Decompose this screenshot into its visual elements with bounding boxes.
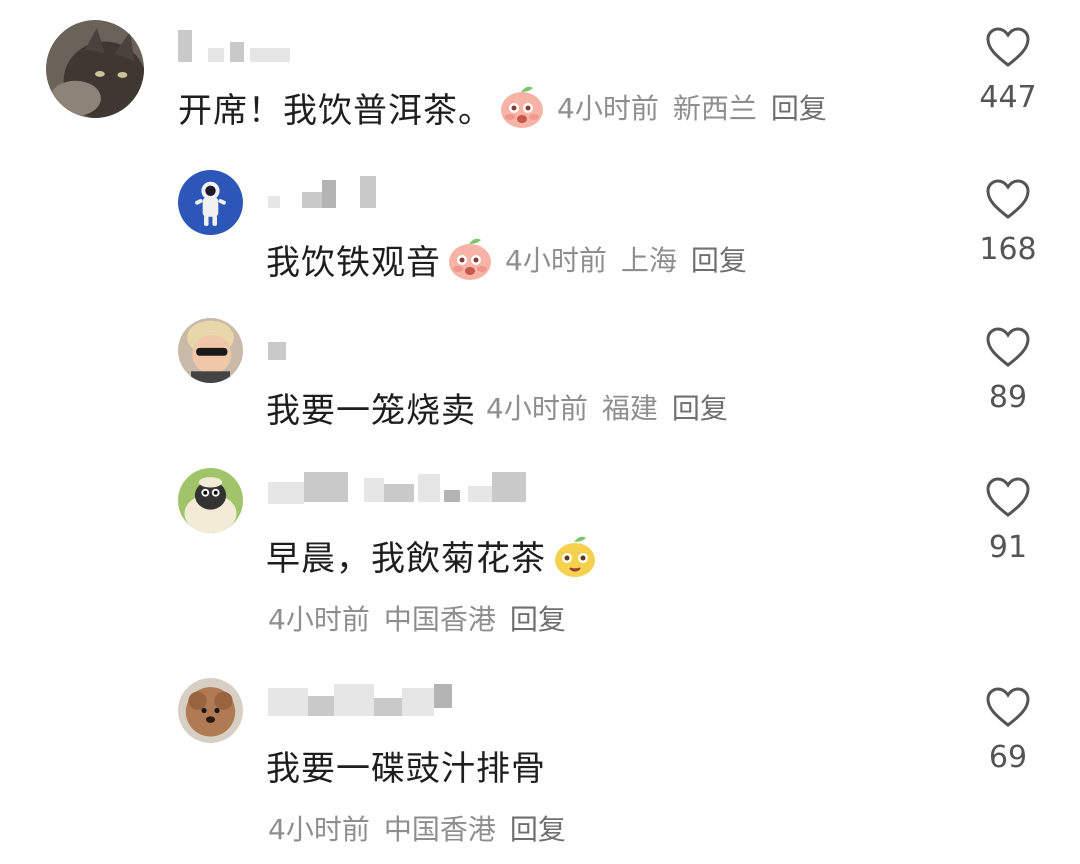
reply-button[interactable]: 回复: [672, 392, 728, 425]
comment-text: 我饮铁观音: [266, 242, 441, 283]
reply-button[interactable]: 回复: [510, 603, 566, 636]
comment-location: 福建: [601, 392, 658, 425]
comment-body: 开席！我饮普洱茶。 4小时前 新西兰 回复: [178, 80, 841, 134]
cat-avatar-icon: [46, 20, 144, 118]
user-avatar[interactable]: [178, 170, 243, 235]
like-count: 447: [979, 80, 1037, 115]
comment-body: 早晨，我飲菊花茶: [266, 528, 600, 582]
user-avatar[interactable]: [46, 20, 144, 118]
sheep-avatar-icon: [178, 468, 243, 533]
like-button[interactable]: 89: [968, 326, 1048, 415]
comment-time: 4小时前: [557, 92, 659, 125]
comment-location: 新西兰: [672, 92, 757, 125]
comment-meta: 4小时前 福建 回复: [486, 387, 742, 427]
yellow-pear-emoji-icon: [550, 530, 600, 580]
reply-button[interactable]: 回复: [691, 244, 747, 277]
heart-icon: [986, 687, 1030, 727]
username-redacted[interactable]: [268, 684, 468, 716]
comment-item: 早晨，我飲菊花茶 4小时前 中国香港 回复 91: [0, 460, 1080, 660]
comment-item: 我要一笼烧卖 4小时前 福建 回复 89: [0, 310, 1080, 460]
comment-location: 中国香港: [383, 603, 496, 636]
comment-meta: 4小时前 中国香港 回复: [268, 808, 580, 848]
comment-item: 我要一碟豉汁排骨 4小时前 中国香港 回复 69: [0, 670, 1080, 864]
comment-text: 开席！我饮普洱茶。: [178, 90, 493, 131]
comment-item: 我饮铁观音 4小时前 上海 回复 168: [0, 160, 1080, 310]
like-count: 69: [988, 740, 1028, 775]
comment-text: 早晨，我飲菊花茶: [266, 538, 546, 579]
comment-meta: 4小时前 新西兰 回复: [557, 87, 841, 127]
comment-body: 我饮铁观音 4小时前 上海 回复: [266, 232, 761, 286]
username-redacted[interactable]: [268, 176, 388, 208]
comment-meta: 4小时前 上海 回复: [505, 239, 761, 279]
like-button[interactable]: 168: [968, 178, 1048, 267]
comment-item: 开席！我饮普洱茶。 4小时前 新西兰 回复 447: [0, 0, 1080, 160]
like-count: 89: [988, 380, 1028, 415]
heart-icon: [986, 327, 1030, 367]
like-button[interactable]: 447: [968, 26, 1048, 115]
comment-time: 4小时前: [505, 244, 607, 277]
comment-body: 我要一笼烧卖 4小时前 福建 回复: [266, 380, 742, 434]
username-redacted[interactable]: [268, 332, 298, 364]
comment-location: 中国香港: [383, 813, 496, 846]
astronaut-avatar-icon: [178, 170, 243, 235]
like-count: 168: [979, 232, 1037, 267]
like-count: 91: [988, 530, 1028, 565]
heart-icon: [986, 179, 1030, 219]
heart-icon: [986, 477, 1030, 517]
comment-time: 4小时前: [268, 813, 370, 846]
comment-time: 4小时前: [486, 392, 588, 425]
comment-text: 我要一笼烧卖: [266, 390, 476, 431]
comment-body: 我要一碟豉汁排骨: [266, 738, 546, 792]
reply-button[interactable]: 回复: [771, 92, 827, 125]
user-avatar[interactable]: [178, 468, 243, 533]
comment-location: 上海: [620, 244, 677, 277]
comment-meta: 4小时前 中国香港 回复: [268, 598, 580, 638]
dog-avatar-icon: [178, 678, 243, 743]
child-sunglasses-avatar-icon: [178, 318, 243, 383]
user-avatar[interactable]: [178, 678, 243, 743]
username-redacted[interactable]: [268, 472, 528, 504]
comment-text: 我要一碟豉汁排骨: [266, 748, 546, 789]
like-button[interactable]: 91: [968, 476, 1048, 565]
like-button[interactable]: 69: [968, 686, 1048, 775]
heart-icon: [986, 27, 1030, 67]
user-avatar[interactable]: [178, 318, 243, 383]
peach-shy-emoji-icon: [497, 82, 547, 132]
username-redacted[interactable]: [178, 30, 298, 62]
peach-shy-emoji-icon: [445, 234, 495, 284]
comment-time: 4小时前: [268, 603, 370, 636]
reply-button[interactable]: 回复: [510, 813, 566, 846]
